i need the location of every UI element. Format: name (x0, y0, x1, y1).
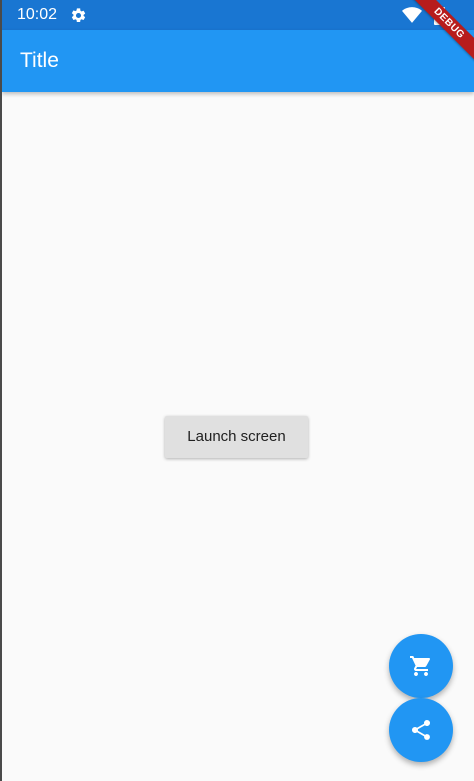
app-screen: 10:02 Title DEBUG Launch screen (2, 0, 474, 781)
cart-icon (410, 656, 431, 676)
gear-icon (71, 8, 86, 23)
share-icon (411, 719, 431, 740)
app-bar: Title (2, 30, 474, 92)
page-title: Title (20, 49, 59, 72)
cart-fab-button[interactable] (389, 634, 453, 698)
status-bar: 10:02 (2, 0, 474, 30)
battery-icon (434, 5, 445, 25)
wifi-icon (402, 7, 422, 23)
status-time: 10:02 (17, 6, 58, 23)
share-fab-button[interactable] (389, 698, 453, 762)
launch-screen-button[interactable]: Launch screen (165, 416, 308, 458)
